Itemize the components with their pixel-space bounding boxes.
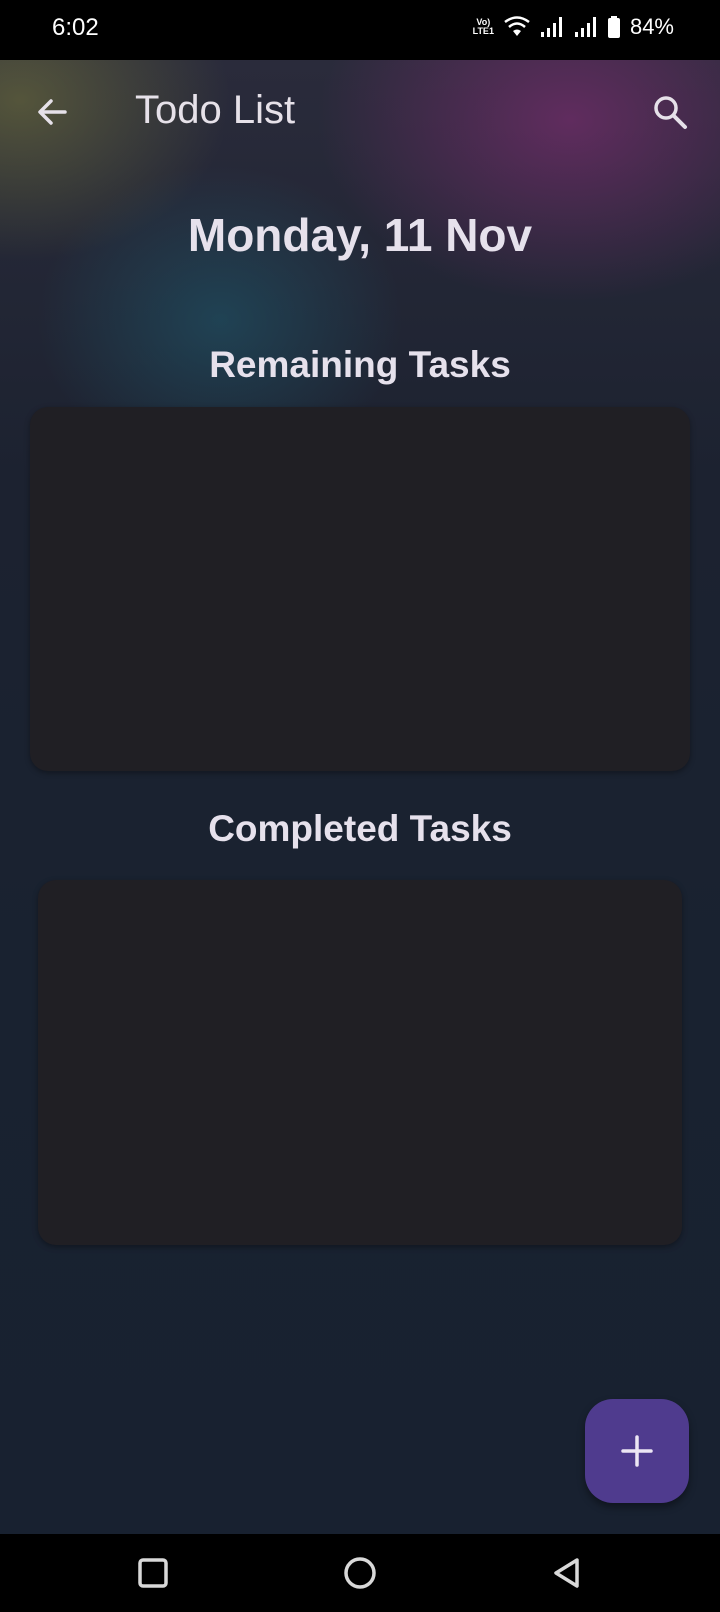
- signal-icon: [574, 17, 596, 37]
- status-bar: 6:02 Vo) LTE1 84%: [0, 0, 720, 60]
- battery-percent: 84%: [629, 14, 674, 39]
- signal-icon: [540, 17, 562, 37]
- system-nav-bar: [0, 1534, 720, 1612]
- home-button[interactable]: [335, 1548, 385, 1598]
- volte-icon: Vo) LTE1: [473, 18, 494, 36]
- app-bar: Todo List: [0, 60, 720, 164]
- battery-icon: [607, 16, 620, 38]
- search-icon: [654, 96, 687, 129]
- completed-tasks-card: [38, 880, 682, 1245]
- wifi-icon: [504, 16, 530, 36]
- app-screen: Todo List Monday, 11 Nov Remaining Tasks…: [0, 60, 720, 1534]
- page-title: Todo List: [135, 88, 296, 132]
- back-button[interactable]: [24, 84, 80, 140]
- arrow-back-icon: [38, 99, 67, 125]
- plus-icon: [621, 1435, 653, 1467]
- add-task-button[interactable]: [585, 1399, 689, 1503]
- recents-button[interactable]: [128, 1548, 178, 1598]
- remaining-tasks-card: [30, 407, 690, 771]
- completed-tasks-title: Completed Tasks: [208, 808, 512, 849]
- remaining-tasks-title: Remaining Tasks: [209, 344, 511, 385]
- search-button[interactable]: [642, 84, 698, 140]
- status-icons: Vo) LTE1 84%: [473, 14, 674, 40]
- volte-label-bottom: LTE1: [472, 26, 494, 36]
- date-heading: Monday, 11 Nov: [187, 209, 533, 261]
- recents-square-icon: [138, 1558, 168, 1588]
- home-circle-icon: [344, 1557, 376, 1589]
- nav-back-button[interactable]: [542, 1548, 592, 1598]
- status-time: 6:02: [52, 14, 99, 41]
- back-triangle-icon: [554, 1558, 579, 1588]
